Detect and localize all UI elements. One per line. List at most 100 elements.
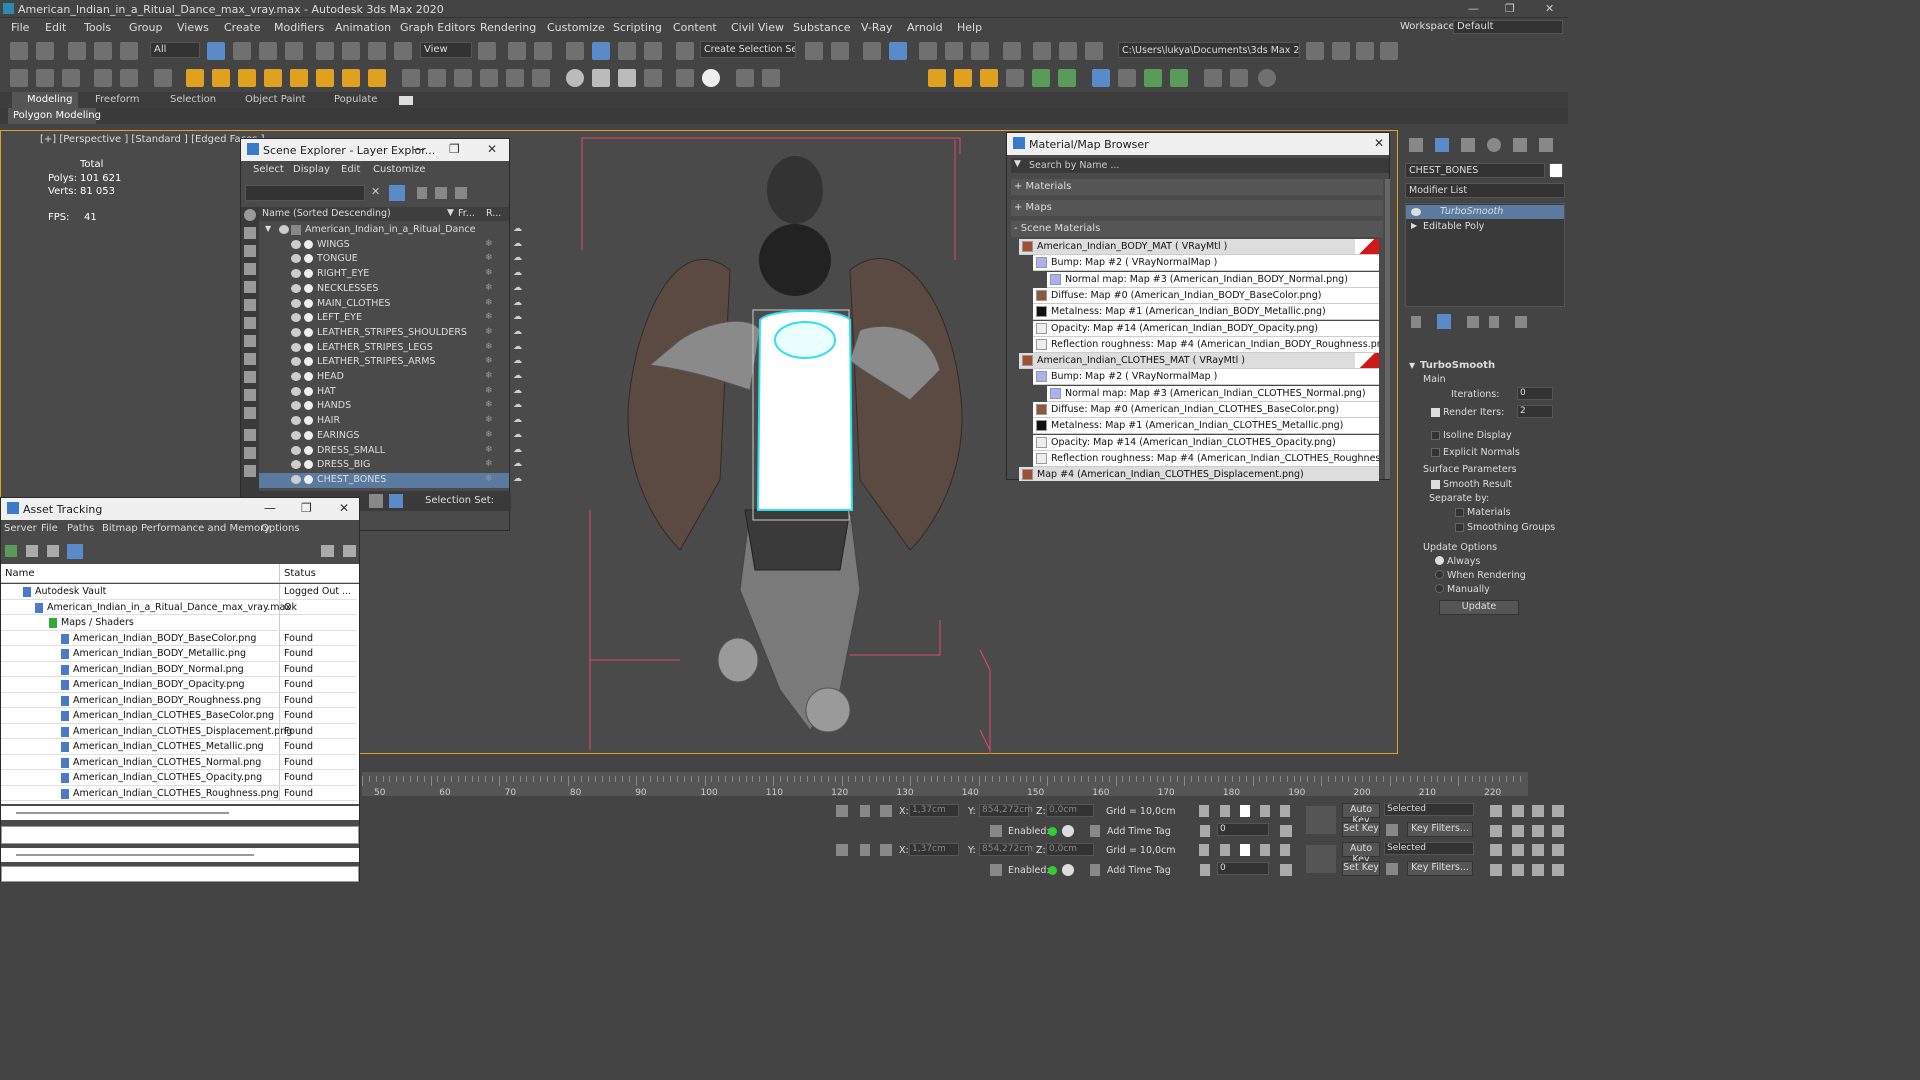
enabled-indicator-2[interactable] <box>1048 866 1057 875</box>
layer-row[interactable]: HAIR ❄ ☁ <box>259 414 522 429</box>
material-search-bar[interactable]: ▼ Search by Name ... <box>1011 158 1389 173</box>
selection-filter-dropdown[interactable]: All <box>150 42 200 58</box>
display-xrefs-icon[interactable] <box>244 335 256 347</box>
selection-lock-icon[interactable] <box>860 805 870 817</box>
at-help-icon[interactable] <box>321 545 334 557</box>
panel-view-icon[interactable] <box>1058 69 1076 87</box>
go-to-end-icon-2[interactable] <box>1280 844 1290 856</box>
at-menu-paths[interactable]: Paths <box>67 523 94 534</box>
render-icon[interactable]: ☁ <box>513 430 522 440</box>
enabled-number-icon-2[interactable] <box>1062 864 1074 876</box>
zoom-extents-all-icon-2[interactable] <box>1552 844 1564 856</box>
asset-row[interactable]: American_Indian_CLOTHES_Opacity.png Found <box>1 770 357 786</box>
asset-row[interactable]: American_Indian_BODY_BaseColor.png Found <box>1 630 357 646</box>
display-spacewarps-icon[interactable] <box>244 299 256 311</box>
key-filters-button-2[interactable]: Key Filters... <box>1407 861 1473 876</box>
material-item[interactable]: American_Indian_BODY_MAT ( VRayMtl ) <box>1019 239 1379 255</box>
iterations-spinner[interactable]: 0 <box>1517 387 1553 400</box>
render-icon[interactable]: ☁ <box>513 445 522 455</box>
stack-editable-poly[interactable]: ▶ Editable Poly <box>1406 220 1564 234</box>
at-menu-file[interactable]: File <box>41 523 58 534</box>
map-item[interactable]: Normal map: Map #3 (American_Indian_CLOT… <box>1047 385 1379 402</box>
field-of-view-icon-2[interactable] <box>1490 864 1502 876</box>
render-icon[interactable]: ☁ <box>513 356 522 366</box>
absolute-mode-icon-2[interactable] <box>880 844 892 856</box>
move-icon[interactable] <box>316 42 334 60</box>
tools-icon[interactable] <box>1006 69 1024 87</box>
at-settings-icon[interactable] <box>343 545 356 557</box>
layer-row[interactable]: MAIN_CLOTHES ❄ ☁ <box>259 297 522 312</box>
eye-icon[interactable] <box>291 342 301 352</box>
eye-icon[interactable] <box>291 430 301 440</box>
set-key-big-icon-2[interactable] <box>1306 845 1336 873</box>
make-unique-icon[interactable] <box>1467 316 1479 328</box>
display-lights-icon[interactable] <box>244 245 256 257</box>
menu-create[interactable]: Create <box>224 21 261 34</box>
freeze-icon[interactable]: ❄ <box>485 283 493 293</box>
se-menu-customize[interactable]: Customize <box>373 164 426 175</box>
map-item[interactable]: Opacity: Map #14 (American_Indian_BODY_O… <box>1033 320 1379 337</box>
freeze-icon[interactable]: ❄ <box>485 253 493 263</box>
se-col-render[interactable]: R... <box>486 208 501 219</box>
freeze-icon[interactable]: ❄ <box>485 327 493 337</box>
map-item[interactable]: Reflection roughness: Map #4 (American_I… <box>1033 450 1379 467</box>
asset-row[interactable]: Maps / Shaders <box>1 615 357 631</box>
toggle-scene-explorer-icon[interactable] <box>863 42 881 60</box>
menu-rendering[interactable]: Rendering <box>480 21 536 34</box>
asset-tracking-titlebar[interactable]: Asset Tracking — ❐ ✕ <box>1 498 359 520</box>
y-coordinate-field[interactable]: 854,272cm <box>979 804 1033 817</box>
create-selection-set-dropdown[interactable]: Create Selection Se <box>700 41 796 58</box>
scale-icon[interactable] <box>368 42 386 60</box>
at-bottom-scroll-thumb[interactable] <box>16 854 254 856</box>
next-frame-icon[interactable] <box>1260 805 1270 817</box>
display-geometry-icon[interactable] <box>244 209 256 221</box>
expand-arrow-icon[interactable]: ▼ <box>265 224 271 233</box>
display-helpers-icon[interactable] <box>244 281 256 293</box>
at-menu-bitmap[interactable]: Bitmap Performance and Memory <box>102 523 270 534</box>
key-filter-icon-2[interactable] <box>1386 863 1398 875</box>
freeze-icon[interactable]: ❄ <box>485 298 493 308</box>
menu-scripting[interactable]: Scripting <box>613 21 662 34</box>
orbit-icon-2[interactable] <box>1532 864 1544 876</box>
at-menu-options[interactable]: Options <box>261 523 300 534</box>
object-name-field[interactable]: CHEST_BONES <box>1405 163 1545 178</box>
eye-icon[interactable] <box>291 313 301 323</box>
se-lock-icon[interactable] <box>417 187 427 199</box>
asset-row[interactable]: American_Indian_in_a_Ritual_Dance_max_vr… <box>1 599 357 615</box>
pivot-icon[interactable] <box>478 42 496 60</box>
menu-graph-editors[interactable]: Graph Editors <box>400 21 476 34</box>
freeze-icon[interactable]: ❄ <box>485 445 493 455</box>
asset-row[interactable]: American_Indian_CLOTHES_BaseColor.png Fou… <box>1 708 357 724</box>
menu-vray[interactable]: V-Ray <box>861 21 893 34</box>
asset-row[interactable]: American_Indian_CLOTHES_Normal.png Found <box>1 754 357 770</box>
at-menu-server[interactable]: Server <box>4 523 37 534</box>
vray-box-icon[interactable] <box>402 69 420 87</box>
material-item[interactable]: American_Indian_CLOTHES_MAT ( VRayMtl ) <box>1019 353 1379 370</box>
tab-freeform[interactable]: Freeform <box>95 94 140 105</box>
menu-customize[interactable]: Customize <box>547 21 605 34</box>
vray-plane-icon[interactable] <box>454 69 472 87</box>
menu-help[interactable]: Help <box>957 21 982 34</box>
light-ies-icon[interactable] <box>290 69 308 87</box>
map-item[interactable]: Diffuse: Map #0 (American_Indian_BODY_Ba… <box>1033 287 1379 304</box>
asset-row[interactable]: American_Indian_CLOTHES_Roughness.png Fou… <box>1 785 357 801</box>
play-icon-2[interactable] <box>1240 844 1250 856</box>
layer-row[interactable]: HAT ❄ ☁ <box>259 385 522 400</box>
stack-eye-icon[interactable] <box>1411 208 1421 216</box>
se-root-row[interactable]: ▼ American_Indian_in_a_Ritual_Dance ☁ <box>259 223 522 238</box>
at-hscroll-thumb[interactable] <box>16 812 229 814</box>
layer-row[interactable]: LEFT_EYE ❄ ☁ <box>259 311 522 326</box>
menu-content[interactable]: Content <box>673 21 717 34</box>
tab-populate[interactable]: Populate <box>334 94 377 105</box>
se-clear-icon[interactable]: ✕ <box>371 185 380 198</box>
asset-row[interactable]: American_Indian_BODY_Opacity.png Found <box>1 677 357 693</box>
fp-icon[interactable] <box>928 69 946 87</box>
project-path-dropdown[interactable]: C:\Users\lukya\Documents\3ds Max 2022 <box>1118 42 1300 58</box>
curve-editor-icon[interactable] <box>945 42 963 60</box>
layer-row[interactable]: DRESS_SMALL ❄ ☁ <box>259 444 522 459</box>
enabled-number-icon[interactable] <box>1062 825 1074 837</box>
toggle-ribbon-icon[interactable] <box>919 42 937 60</box>
vray-scene-icon[interactable] <box>154 69 172 87</box>
group-scene-materials[interactable]: - Scene Materials <box>1011 221 1383 237</box>
render-icon[interactable]: ☁ <box>513 298 522 308</box>
